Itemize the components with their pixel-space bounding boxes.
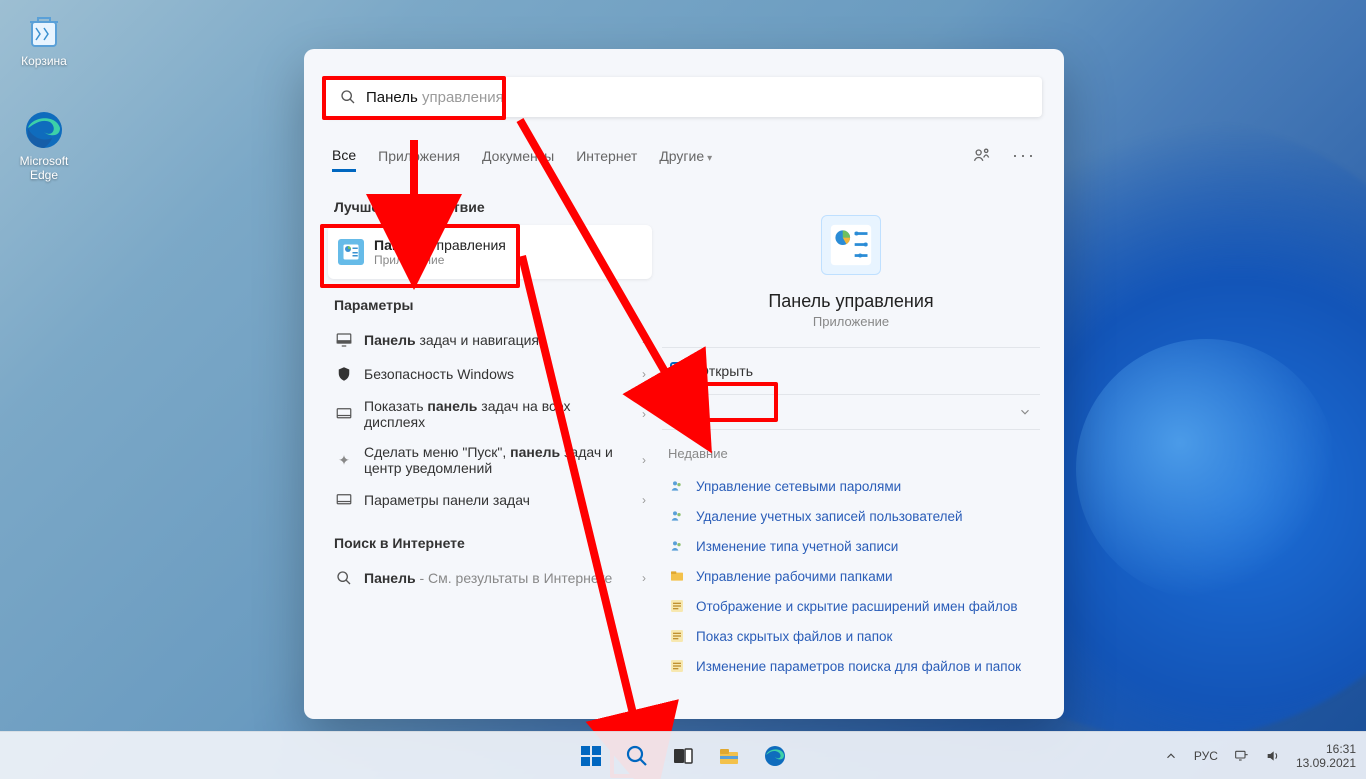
open-button[interactable]: ↗ Открыть [662,348,1040,394]
best-match-heading: Лучшее соответствие [334,199,646,215]
recent-network-passwords[interactable]: Управление сетевыми паролями [662,471,1040,501]
control-panel-large-icon [821,215,881,275]
shield-icon [334,364,354,384]
recycle-bin[interactable]: Корзина [6,8,82,68]
options-icon [668,657,686,675]
web-search-row[interactable]: Панель - См. результаты в Интернете › [328,561,652,595]
open-icon: ↗ [670,362,688,380]
search-icon [340,89,356,105]
chevron-right-icon: › [642,367,646,381]
result-preview: Панель управления Приложение ↗ Открыть Н… [662,199,1040,681]
recent-search-options[interactable]: Изменение параметров поиска для файлов и… [662,651,1040,681]
setting-row-all-displays[interactable]: Показать панель задач на всех дисплеях › [328,391,652,437]
monitor-icon [334,404,354,424]
chevron-right-icon: › [642,407,646,421]
recent-work-folders[interactable]: Управление рабочими папками [662,561,1040,591]
panel-actions: ··· [970,143,1036,167]
taskbar-search-button[interactable] [618,737,656,775]
chevron-right-icon: › [642,453,646,467]
clock-time: 16:31 [1296,742,1356,756]
more-icon[interactable]: ··· [1012,143,1036,167]
search-panel: Панель управления Все Приложения Докумен… [304,49,1064,719]
users-icon [668,507,686,525]
setting-row-taskbar-nav[interactable]: Панель задач и навигация › [328,323,652,357]
best-match-item[interactable]: Панель управления Приложение [328,225,652,279]
volume-icon[interactable] [1264,747,1282,765]
tab-docs[interactable]: Документы [482,148,554,170]
network-icon[interactable] [1232,747,1250,765]
web-search-heading: Поиск в Интернете [334,535,646,551]
recent-show-extensions[interactable]: Отображение и скрытие расширений имен фа… [662,591,1040,621]
search-icon [334,568,354,588]
users-icon [668,537,686,555]
edge-label: Microsoft Edge [6,154,82,182]
wallpaper-bloom-2 [1076,339,1336,599]
best-match-text: Панель управления Приложение [374,237,506,267]
recent-delete-accounts[interactable]: Удаление учетных записей пользователей [662,501,1040,531]
edge-button[interactable] [756,737,794,775]
preview-sub: Приложение [662,314,1040,329]
users-icon [668,477,686,495]
taskbar: РУС 16:31 13.09.2021 [0,731,1366,779]
language-indicator[interactable]: РУС [1194,749,1218,763]
search-text: Панель управления [366,89,504,106]
microsoft-edge[interactable]: Microsoft Edge [6,108,82,182]
chevron-down-icon [1018,405,1032,419]
recents-heading: Недавние [668,446,1034,461]
filter-tabs: Все Приложения Документы Интернет Другие… [332,147,1036,171]
tab-apps[interactable]: Приложения [378,148,460,170]
search-input[interactable]: Панель управления [326,77,1042,117]
options-icon [668,597,686,615]
task-view-button[interactable] [664,737,702,775]
taskbar-center [572,737,794,775]
settings-heading: Параметры [334,297,646,313]
results-left: Лучшее соответствие Панель управления Пр… [328,199,652,595]
expand-toggle[interactable] [662,394,1040,430]
chevron-right-icon: › [642,493,646,507]
tray-overflow-icon[interactable] [1162,747,1180,765]
sparkle-icon: ✦ [334,450,354,470]
chevron-down-icon: ▾ [707,153,712,164]
tab-more[interactable]: Другие▾ [659,148,712,170]
recycle-bin-icon [22,8,66,52]
recycle-bin-label: Корзина [6,54,82,68]
setting-row-start-taskbar[interactable]: ✦ Сделать меню "Пуск", панель задач и це… [328,437,652,483]
clock[interactable]: 16:31 13.09.2021 [1296,742,1356,770]
desktop: Корзина Microsoft Edge Панель управления… [0,0,1366,779]
file-explorer-button[interactable] [710,737,748,775]
recent-change-account-type[interactable]: Изменение типа учетной записи [662,531,1040,561]
chevron-right-icon: › [642,571,646,585]
control-panel-icon [338,239,364,265]
setting-row-taskbar-settings[interactable]: Параметры панели задач › [328,483,652,517]
monitor-icon [334,490,354,510]
monitor-icon [334,330,354,350]
folder-icon [668,567,686,585]
recent-hidden-files[interactable]: Показ скрытых файлов и папок [662,621,1040,651]
edge-icon [22,108,66,152]
setting-row-security[interactable]: Безопасность Windows › [328,357,652,391]
clock-date: 13.09.2021 [1296,756,1356,770]
tab-all[interactable]: Все [332,147,356,172]
options-icon [668,627,686,645]
search-suggestion: управления [418,89,504,106]
tab-web[interactable]: Интернет [576,148,637,170]
system-tray: РУС 16:31 13.09.2021 [1162,742,1356,770]
chevron-right-icon: › [642,333,646,347]
search-typed: Панель [366,89,418,106]
preview-title: Панель управления [662,291,1040,312]
account-icon[interactable] [970,143,994,167]
start-button[interactable] [572,737,610,775]
